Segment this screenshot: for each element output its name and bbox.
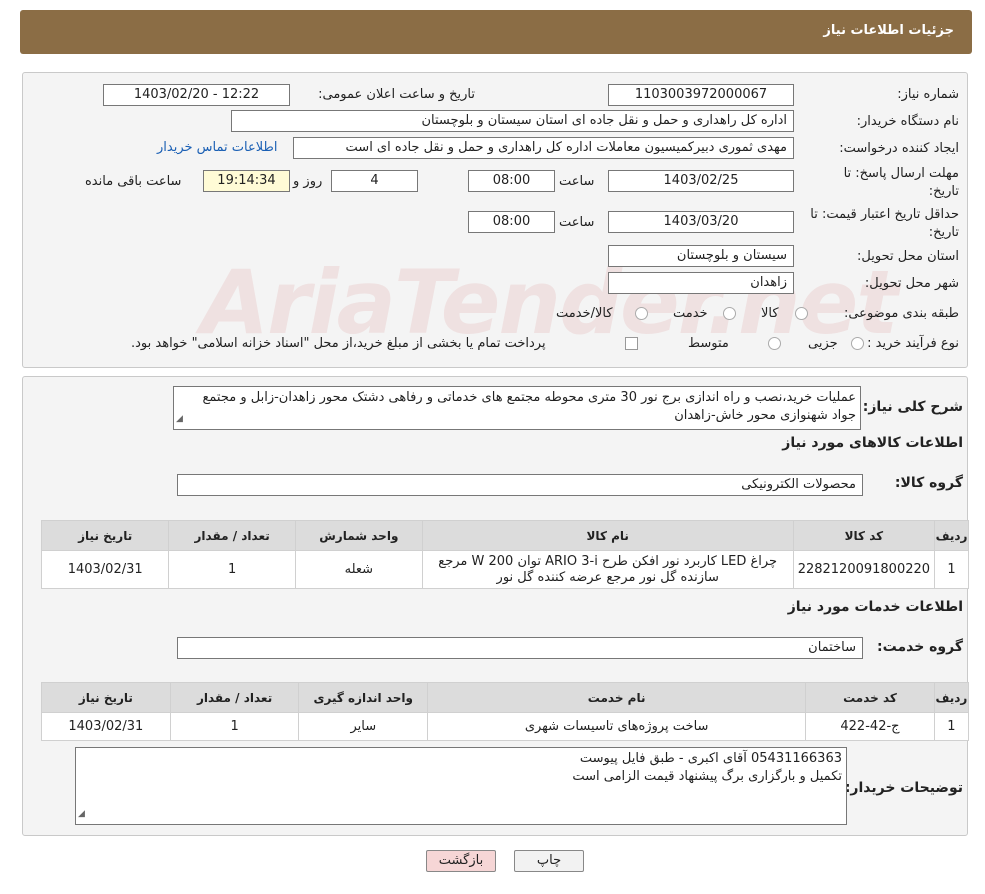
buyer-org-label: نام دستگاه خریدار: (856, 114, 959, 129)
announce-label: تاریخ و ساعت اعلان عمومی: (318, 87, 475, 102)
province-field: سیستان و بلوچستان (608, 245, 794, 267)
category-goods-service-label: کالا/خدمت (556, 306, 613, 321)
creator-field: مهدی ثموری دبیرکمیسیون معاملات اداره کل … (293, 137, 794, 159)
payment-note: پرداخت تمام یا بخشی از مبلغ خرید،از محل … (131, 336, 546, 351)
buyer-contact-link[interactable]: اطلاعات تماس خریدار (157, 140, 277, 155)
table-cell: 1403/02/31 (41, 712, 171, 741)
page-title: جزئیات اطلاعات نیاز (823, 23, 954, 38)
need-number-field: 1103003972000067 (608, 84, 794, 106)
category-label: طبقه بندی موضوعی: (843, 306, 959, 321)
services-header-row: ردیف کد خدمت نام خدمت واحد اندازه گیری ت… (41, 682, 970, 713)
creator-label: ایجاد کننده درخواست: (839, 141, 959, 156)
province-label: استان محل تحویل: (857, 249, 959, 264)
validity-hour-label: ساعت (559, 215, 595, 230)
table-cell: 1 (169, 712, 300, 741)
process-partial-label: جزیی (808, 336, 838, 351)
goods-group-label: گروه کالا: (894, 475, 963, 491)
goods-section-title: اطلاعات کالاهای مورد نیاز (782, 435, 963, 451)
resize-grip-icon[interactable]: ◢ (78, 805, 85, 823)
need-details-panel: شرح کلی نیاز: عملیات خرید،نصب و راه اندا… (22, 376, 970, 836)
table-cell: سایر (298, 712, 429, 741)
treasury-checkbox[interactable] (625, 337, 638, 350)
service-group-field: ساختمان (177, 637, 863, 659)
buyer-notes-textarea[interactable]: 05431166363 آقای اکبری - طبق فایل پیوست … (75, 747, 847, 825)
col-header: ردیف (934, 520, 969, 551)
deadline-date-field: 1403/02/25 (608, 170, 794, 192)
remaining-days-field: 4 (331, 170, 418, 192)
validity-label: حداقل تاریخ اعتبار قیمت: تا (810, 207, 959, 222)
goods-header-row: ردیف کد کالا نام کالا واحد شمارش تعداد /… (40, 520, 969, 551)
col-header: واحد اندازه گیری (298, 682, 429, 713)
process-medium-radio[interactable] (768, 337, 781, 350)
col-header: کد کالا (792, 520, 936, 551)
buyer-notes-line-1: 05431166363 آقای اکبری - طبق فایل پیوست (579, 751, 842, 766)
announce-field: 1403/02/20 - 12:22 (103, 84, 290, 106)
col-header: کد خدمت (805, 682, 935, 713)
city-label: شهر محل تحویل: (864, 276, 959, 291)
summary-textarea[interactable]: عملیات خرید،نصب و راه اندازی برج نور 30 … (173, 386, 861, 430)
col-header: تاریخ نیاز (41, 682, 171, 713)
goods-table: ردیف کد کالا نام کالا واحد شمارش تعداد /… (40, 520, 969, 589)
goods-group-field: محصولات الکترونیکی (177, 474, 863, 496)
process-medium-label: متوسط (688, 336, 729, 351)
deadline-label: مهلت ارسال پاسخ: تا (843, 166, 959, 181)
col-header: تاریخ نیاز (40, 520, 170, 551)
col-header: نام کالا (421, 520, 794, 551)
table-row: 1 2282120091800220 چراغ LED کاربرد نور ا… (40, 550, 969, 589)
col-header: تعداد / مقدار (168, 520, 296, 551)
service-group-label: گروه خدمت: (877, 639, 963, 655)
services-section-title: اطلاعات خدمات مورد نیاز (787, 599, 963, 615)
summary-label: شرح کلی نیاز: (862, 399, 963, 415)
city-field: زاهدان (608, 272, 794, 294)
back-button[interactable]: بازگشت (426, 850, 496, 872)
page-header: جزئیات اطلاعات نیاز (20, 10, 972, 54)
table-cell: ساخت پروژه‌های تاسیسات شهری (427, 712, 807, 741)
remaining-label: ساعت باقی مانده (85, 174, 182, 189)
need-info-panel: AriaTender.net شماره نیاز: 1103003972000… (22, 72, 968, 368)
need-number-label: شماره نیاز: (897, 87, 959, 102)
process-label: نوع فرآیند خرید : (867, 336, 959, 351)
remaining-time-field: 19:14:34 (203, 170, 290, 192)
table-row: 1 ج-42-422 ساخت پروژه‌های تاسیسات شهری س… (41, 712, 970, 741)
process-partial-radio[interactable] (851, 337, 864, 350)
category-goods-label: کالا (761, 306, 779, 321)
table-cell: 1 (168, 550, 296, 589)
deadline-label-2: تاریخ: (928, 184, 959, 199)
table-cell: 1 (934, 550, 969, 589)
validity-date-field: 1403/03/20 (608, 211, 794, 233)
category-service-radio[interactable] (723, 307, 736, 320)
col-header: تعداد / مقدار (169, 682, 300, 713)
table-cell: 2282120091800220 (792, 550, 936, 589)
col-header: واحد شمارش (294, 520, 423, 551)
services-table: ردیف کد خدمت نام خدمت واحد اندازه گیری ت… (41, 682, 970, 741)
buyer-notes-line-2: تکمیل و بارگزاری برگ پیشنهاد قیمت الزامی… (572, 769, 842, 784)
buyer-notes-label: توضیحات خریدار: (844, 780, 963, 796)
table-cell: 1403/02/31 (40, 550, 170, 589)
resize-grip-icon[interactable]: ◢ (176, 410, 183, 428)
category-goods-service-radio[interactable] (635, 307, 648, 320)
table-cell: چراغ LED کاربرد نور افکن طرح ARIO 3-i تو… (421, 550, 794, 589)
print-button[interactable]: چاپ (514, 850, 584, 872)
table-cell: 1 (933, 712, 970, 741)
buyer-org-field: اداره کل راهداری و حمل و نقل جاده ای است… (231, 110, 794, 132)
category-goods-radio[interactable] (795, 307, 808, 320)
deadline-hour-label: ساعت (559, 174, 595, 189)
deadline-time-field: 08:00 (468, 170, 555, 192)
col-header: نام خدمت (427, 682, 807, 713)
validity-time-field: 08:00 (468, 211, 555, 233)
table-cell: شعله (294, 550, 423, 589)
table-cell: ج-42-422 (805, 712, 935, 741)
category-service-label: خدمت (673, 306, 708, 321)
col-header: ردیف (933, 682, 970, 713)
days-label: روز و (293, 174, 323, 189)
summary-text: عملیات خرید،نصب و راه اندازی برج نور 30 … (202, 390, 856, 423)
validity-label-2: تاریخ: (928, 225, 959, 240)
